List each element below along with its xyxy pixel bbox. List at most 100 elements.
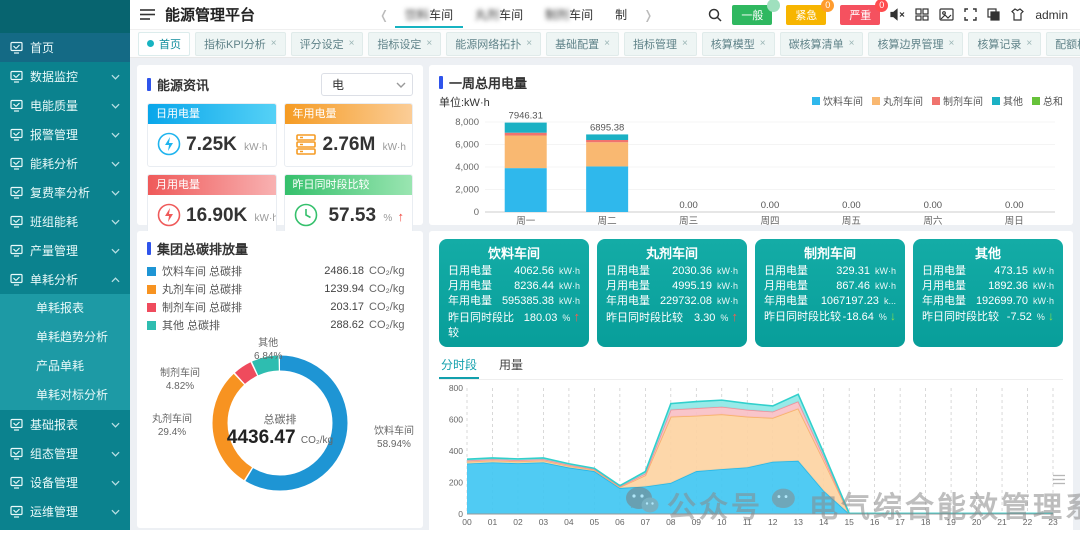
row-label: 年用电量 <box>764 294 808 309</box>
sidebar-item-label: 单耗分析 <box>30 271 78 288</box>
close-tab-icon[interactable]: × <box>682 38 688 49</box>
row-value: 2030.36 kW·h <box>672 264 738 279</box>
svg-text:13: 13 <box>793 517 803 527</box>
sidebar-item-label: 报警管理 <box>30 126 78 143</box>
tab-指标KPI分析[interactable]: 指标KPI分析 × <box>195 32 286 56</box>
tab-分时段[interactable]: 分时段 <box>439 354 479 379</box>
username[interactable]: admin <box>1035 8 1068 22</box>
svg-text:周一: 周一 <box>516 216 536 227</box>
collapse-menu-icon[interactable] <box>140 8 155 21</box>
legend-label: 制剂车间 <box>943 93 983 108</box>
tab-label: 核算模型 <box>711 36 755 52</box>
workshop-card-compare: 昨日同时段比较180.03 % ↑ <box>448 309 580 341</box>
sidebar-item-班组能耗[interactable]: 班组能耗 <box>0 207 130 236</box>
svg-text:7946.31: 7946.31 <box>509 111 543 122</box>
sidebar-submenu: 单耗报表单耗趋势分析产品单耗单耗对标分析 <box>0 294 130 410</box>
quick-tab-workshop[interactable]: 制 <box>605 2 637 28</box>
sidebar-item-运维管理[interactable]: 运维管理 <box>0 497 130 526</box>
energy-card-日用电量: 日用电量7.25K kW·h <box>147 103 277 167</box>
image-icon[interactable] <box>939 8 954 21</box>
alarm-badge-紧急[interactable]: 紧急0 <box>786 5 826 25</box>
svg-text:22: 22 <box>1023 517 1033 527</box>
sidebar-item-组态管理[interactable]: 组态管理 <box>0 439 130 468</box>
tab-核算记录[interactable]: 核算记录× <box>968 32 1041 56</box>
tab-配额核算[interactable]: 配额核算× <box>1046 32 1080 56</box>
row-value: -18.64 % ↓ <box>843 309 896 325</box>
chart-toolbox-icon[interactable] <box>1053 474 1065 488</box>
sidebar-subitem-单耗报表[interactable]: 单耗报表 <box>0 294 130 323</box>
quick-tab-label: 车间 <box>429 8 453 22</box>
quicknav-next-icon[interactable]: ❭ <box>639 8 657 22</box>
energy-card-header: 月用电量 <box>148 175 276 195</box>
alarm-badge-严重[interactable]: 严重0 <box>840 5 880 25</box>
sidebar-item-数据监控[interactable]: 数据监控 <box>0 62 130 91</box>
svg-text:800: 800 <box>449 383 463 393</box>
tab-label: 指标KPI分析 <box>204 36 266 52</box>
app-root: 首页数据监控电能质量报警管理能耗分析复费率分析班组能耗产量管理单耗分析单耗报表单… <box>0 0 1080 559</box>
svg-text:20: 20 <box>972 517 982 527</box>
legend-item-丸剂车间[interactable]: 丸剂车间 <box>872 93 923 108</box>
quicknav-prev-icon[interactable]: ❬ <box>375 8 393 22</box>
sidebar-item-基础报表[interactable]: 基础报表 <box>0 410 130 439</box>
quick-tab-workshop[interactable]: 饮料车间 <box>395 2 463 28</box>
sidebar-item-单耗分析[interactable]: 单耗分析 <box>0 265 130 294</box>
tab-碳核算清单[interactable]: 碳核算清单 × <box>780 32 864 56</box>
quick-tab-workshop[interactable]: 制剂车间 <box>535 2 603 28</box>
copy-icon[interactable] <box>987 8 1000 21</box>
legend-item-饮料车间[interactable]: 饮料车间 <box>812 93 863 108</box>
layout-grid-icon[interactable] <box>915 8 929 21</box>
hourly-area-chart: 0001020304050607080910111213141516171819… <box>439 382 1063 530</box>
tab-能源网络拓扑[interactable]: 能源网络拓扑× <box>446 32 541 56</box>
close-tab-icon[interactable]: × <box>526 38 532 49</box>
tab-指标设定[interactable]: 指标设定× <box>368 32 441 56</box>
legend-swatch <box>992 97 1000 105</box>
legend-item-制剂车间[interactable]: 制剂车间 <box>932 93 983 108</box>
row-label: 日用电量 <box>606 264 650 279</box>
fullscreen-icon[interactable] <box>964 8 977 21</box>
tab-基础配置[interactable]: 基础配置× <box>546 32 619 56</box>
speaker-mute-icon[interactable] <box>890 8 905 21</box>
row-value: 3.30 % ↑ <box>694 309 738 326</box>
sidebar-subitem-产品单耗[interactable]: 产品单耗 <box>0 352 130 381</box>
rate-analysis-icon <box>10 186 23 199</box>
tab-label: 碳核算清单 <box>789 36 844 52</box>
close-tab-icon[interactable]: × <box>271 38 277 49</box>
sidebar-item-复费率分析[interactable]: 复费率分析 <box>0 178 130 207</box>
legend-item-其他[interactable]: 其他 <box>992 93 1023 108</box>
search-icon[interactable] <box>708 8 722 22</box>
tab-指标管理[interactable]: 指标管理× <box>624 32 697 56</box>
svg-text:07: 07 <box>641 517 651 527</box>
sidebar-item-电能质量[interactable]: 电能质量 <box>0 91 130 120</box>
tab-核算模型[interactable]: 核算模型 × <box>702 32 775 56</box>
donut-slice-label-制剂车间: 制剂车间4.82% <box>160 368 200 393</box>
close-tab-icon[interactable]: × <box>760 38 766 49</box>
sidebar-item-设备管理[interactable]: 设备管理 <box>0 468 130 497</box>
close-tab-icon[interactable]: × <box>349 38 355 49</box>
weekly-panel-title: 一周总用电量 <box>439 73 1063 92</box>
sidebar-item-能耗分析[interactable]: 能耗分析 <box>0 149 130 178</box>
svg-text:0.00: 0.00 <box>679 200 698 211</box>
theme-shirt-icon[interactable] <box>1010 8 1025 21</box>
sidebar-item-首页[interactable]: 首页 <box>0 33 130 62</box>
lightning-circle-icon <box>156 202 182 231</box>
sidebar-item-报警管理[interactable]: 报警管理 <box>0 120 130 149</box>
close-tab-icon[interactable]: × <box>604 38 610 49</box>
close-tab-icon[interactable]: × <box>948 38 954 49</box>
legend-item-总和[interactable]: 总和 <box>1032 93 1063 108</box>
alarm-badge-一般[interactable]: 一般 <box>732 5 772 25</box>
energy-type-select[interactable]: 电 <box>321 73 413 96</box>
svg-text:18: 18 <box>921 517 931 527</box>
tab-评分设定[interactable]: 评分设定× <box>291 32 364 56</box>
tab-核算边界管理[interactable]: 核算边界管理× <box>868 32 963 56</box>
close-tab-icon[interactable]: × <box>1026 38 1032 49</box>
quick-tab-workshop[interactable]: 丸剂车间 <box>465 2 533 28</box>
close-tab-icon[interactable]: × <box>849 38 855 49</box>
sidebar-subitem-单耗对标分析[interactable]: 单耗对标分析 <box>0 381 130 410</box>
tab-用量[interactable]: 用量 <box>497 354 525 379</box>
row-value: 8236.44 kW·h <box>514 279 580 294</box>
tab-首页[interactable]: 首页 <box>138 32 190 56</box>
sidebar-subitem-单耗趋势分析[interactable]: 单耗趋势分析 <box>0 323 130 352</box>
close-tab-icon[interactable]: × <box>426 38 432 49</box>
workshop-card-compare: 昨日同时段比较-7.52 % ↓ <box>922 309 1054 325</box>
sidebar-item-产量管理[interactable]: 产量管理 <box>0 236 130 265</box>
